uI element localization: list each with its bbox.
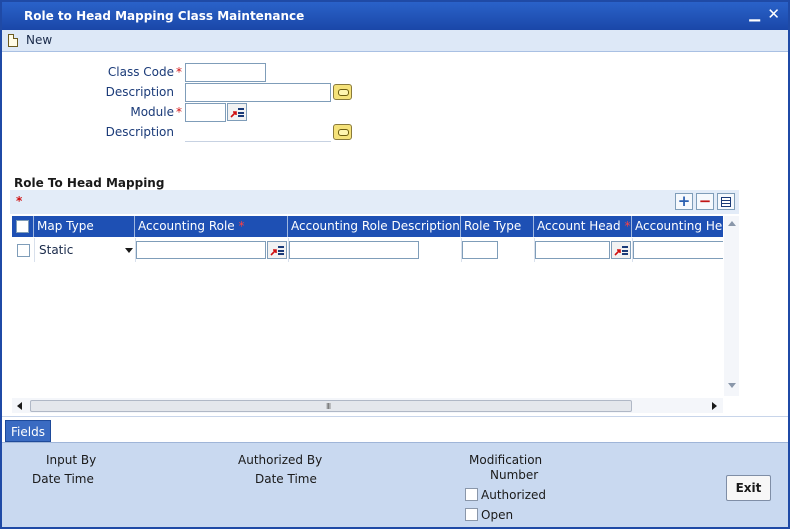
module-description-label: Description <box>105 125 174 139</box>
grid-required-mark: * <box>16 194 23 208</box>
header-select-cell <box>12 216 34 237</box>
accounting-head-input[interactable] <box>633 241 723 259</box>
accounting-role-lov-icon[interactable] <box>267 241 287 259</box>
role-type-input[interactable] <box>462 241 498 259</box>
accounting-role-input[interactable] <box>136 241 266 259</box>
main-window: Role to Head Mapping Class Maintenance ▁… <box>0 0 790 529</box>
grid-header: Map Type Accounting Role * Accounting Ro… <box>12 216 723 237</box>
mapping-grid: * + − Map Type Accounting Role * Account… <box>10 190 739 413</box>
role-description-input[interactable] <box>289 241 419 259</box>
arrow-icon <box>230 111 237 118</box>
section-title: Role To Head Mapping <box>14 176 165 190</box>
authorized-date-time-label: Date Time <box>255 472 317 486</box>
module-required-mark: * <box>176 105 182 119</box>
header-accounting-role-description[interactable]: Accounting Role Description <box>288 216 461 237</box>
description-input[interactable] <box>185 83 331 102</box>
input-date-time-label: Date Time <box>32 472 94 486</box>
account-head-input[interactable] <box>535 241 610 259</box>
header-accounting-head[interactable]: Accounting Head <box>632 216 723 237</box>
delete-row-button[interactable]: − <box>696 193 714 210</box>
list-view-icon <box>721 197 731 207</box>
scroll-right-icon[interactable] <box>712 402 717 410</box>
list-icon <box>278 246 284 255</box>
modification-number-label: Number <box>490 468 539 482</box>
open-checkbox-label: Open <box>481 508 514 522</box>
header-role-type[interactable]: Role Type <box>461 216 534 237</box>
exit-button[interactable]: Exit <box>726 475 771 501</box>
grid-toolbar: * + − <box>10 190 739 214</box>
description-edit-icon[interactable] <box>333 84 352 100</box>
minimize-icon[interactable]: ▁ <box>749 6 760 22</box>
module-input[interactable] <box>185 103 226 122</box>
single-view-button[interactable] <box>717 193 735 210</box>
scroll-thumb[interactable]: III <box>30 400 632 412</box>
arrow-icon <box>614 249 621 256</box>
arrow-icon <box>270 249 277 256</box>
audit-footer: Input By Date Time Authorized By Date Ti… <box>2 442 788 527</box>
table-row: Static <box>12 238 723 262</box>
map-type-select[interactable]: Static <box>39 241 135 259</box>
scroll-up-icon[interactable] <box>728 221 736 226</box>
module-label: Module <box>130 105 174 119</box>
account-head-lov-icon[interactable] <box>611 241 631 259</box>
class-code-input[interactable] <box>185 63 266 82</box>
header-accounting-role[interactable]: Accounting Role * <box>135 216 288 237</box>
authorized-checkbox-label: Authorized <box>481 488 547 502</box>
title-bar: Role to Head Mapping Class Maintenance ▁… <box>2 2 788 30</box>
description-label: Description <box>105 85 174 99</box>
module-lov-icon[interactable] <box>227 103 247 121</box>
module-description-value <box>185 123 331 142</box>
horizontal-scrollbar[interactable]: III <box>12 398 723 413</box>
open-checkbox[interactable] <box>465 508 478 521</box>
modification-label: Modification <box>469 453 543 467</box>
chevron-down-icon <box>125 248 133 253</box>
row-checkbox[interactable] <box>17 244 30 257</box>
vertical-scrollbar[interactable] <box>724 216 739 396</box>
module-description-edit-icon[interactable] <box>333 124 352 140</box>
new-button[interactable]: New <box>26 33 52 47</box>
class-code-required-mark: * <box>176 65 182 79</box>
authorized-checkbox[interactable] <box>465 488 478 501</box>
scroll-left-icon[interactable] <box>17 402 22 410</box>
select-all-checkbox[interactable] <box>16 220 29 233</box>
fields-button[interactable]: Fields <box>5 420 51 442</box>
scroll-down-icon[interactable] <box>728 383 736 388</box>
scroll-grip-icon: III <box>326 402 331 411</box>
authorized-by-label: Authorized By <box>238 453 323 467</box>
header-account-head[interactable]: Account Head * <box>534 216 632 237</box>
class-code-label: Class Code <box>107 65 174 79</box>
toolbar: New <box>2 30 788 52</box>
list-icon <box>238 108 244 117</box>
close-icon[interactable]: ✕ <box>767 5 780 23</box>
add-row-button[interactable]: + <box>675 193 693 210</box>
list-icon <box>622 246 628 255</box>
window-title: Role to Head Mapping Class Maintenance <box>24 9 305 23</box>
input-by-label: Input By <box>46 453 97 467</box>
header-map-type[interactable]: Map Type <box>34 216 135 237</box>
subsystem-bar: Fields <box>2 416 788 442</box>
new-document-icon[interactable] <box>8 34 18 47</box>
